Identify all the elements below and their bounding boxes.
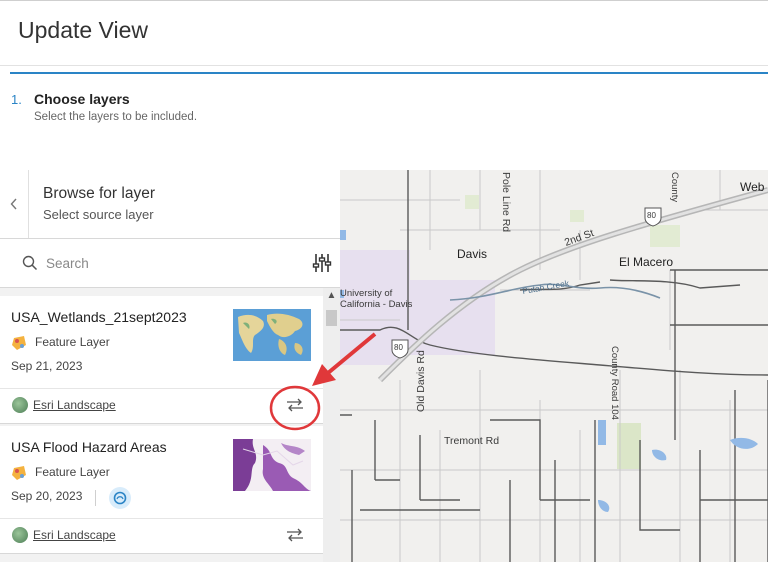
scroll-thumb[interactable] bbox=[326, 310, 337, 326]
step-number: 1. bbox=[11, 92, 22, 107]
layer-date: Sep 20, 2023 bbox=[11, 489, 83, 503]
swap-icon[interactable] bbox=[285, 527, 305, 543]
search-bar bbox=[0, 239, 340, 288]
panel-header: Browse for layer Select source layer bbox=[0, 170, 340, 239]
filter-sliders-icon[interactable] bbox=[312, 252, 332, 274]
layer-type: Feature Layer bbox=[35, 465, 110, 479]
back-button[interactable] bbox=[0, 170, 29, 238]
step-description: Select the layers to be included. bbox=[34, 111, 198, 123]
page-title: Update View bbox=[18, 17, 148, 43]
map-label-davis: Davis bbox=[457, 247, 488, 261]
map-label-i80: 80 bbox=[647, 211, 656, 220]
page-header: Update View bbox=[0, 0, 768, 66]
search-input[interactable] bbox=[46, 251, 296, 275]
layer-card-main[interactable]: USA Flood Hazard Areas Feature Layer Sep… bbox=[0, 426, 323, 519]
step-progress-line bbox=[10, 72, 768, 74]
owner-link[interactable]: Esri Landscape bbox=[33, 528, 116, 542]
layer-title: USA Flood Hazard Areas bbox=[11, 439, 167, 455]
layer-card-main[interactable]: USA_Wetlands_21sept2023 Feature Layer Se… bbox=[0, 296, 323, 389]
owner-avatar bbox=[12, 527, 28, 543]
search-icon bbox=[22, 255, 38, 271]
layer-type: Feature Layer bbox=[35, 335, 110, 349]
scroll-up-icon[interactable]: ▲ bbox=[323, 288, 340, 304]
layer-title: USA_Wetlands_21sept2023 bbox=[11, 309, 187, 325]
map-label-web: Web bbox=[740, 180, 765, 194]
feature-layer-icon bbox=[12, 336, 26, 350]
browse-layer-panel: Browse for layer Select source layer USA… bbox=[0, 170, 340, 562]
map-label-tremont-rd: Tremont Rd bbox=[444, 435, 500, 447]
owner-avatar bbox=[12, 397, 28, 413]
panel-subtitle: Select source layer bbox=[43, 207, 154, 222]
map-label-university: University of bbox=[340, 288, 393, 299]
map-label-university: California - Davis bbox=[340, 299, 413, 310]
layer-thumbnail bbox=[233, 439, 311, 491]
layer-date: Sep 21, 2023 bbox=[11, 359, 83, 373]
list-scrollbar[interactable]: ▲ bbox=[323, 288, 340, 562]
map-label-county-road: County Road 104 bbox=[609, 346, 620, 420]
layer-card[interactable]: USA_Wetlands_21sept2023 Feature Layer Se… bbox=[0, 296, 323, 424]
swap-icon[interactable] bbox=[285, 397, 305, 413]
map-view[interactable]: 80 80 Davis El Macero University of Cali… bbox=[340, 170, 768, 562]
feature-layer-icon bbox=[12, 466, 26, 480]
layer-card-footer: Esri Landscape bbox=[0, 519, 323, 553]
panel-title: Browse for layer bbox=[43, 185, 155, 202]
map-label-old-davis-rd: Old Davis Rd bbox=[415, 350, 427, 412]
map-label-el-macero: El Macero bbox=[619, 255, 674, 269]
meta-divider bbox=[95, 490, 96, 506]
layer-list: USA_Wetlands_21sept2023 Feature Layer Se… bbox=[0, 288, 340, 562]
layer-thumbnail bbox=[233, 309, 311, 361]
owner-link[interactable]: Esri Landscape bbox=[33, 398, 116, 412]
layer-card[interactable]: USA Flood Hazard Areas Feature Layer Sep… bbox=[0, 426, 323, 554]
layer-card-footer: Esri Landscape bbox=[0, 389, 323, 423]
chevron-left-icon bbox=[10, 198, 17, 210]
living-atlas-icon bbox=[109, 487, 131, 509]
living-atlas-glyph bbox=[113, 491, 127, 505]
map-canvas bbox=[340, 170, 768, 562]
step-title: Choose layers bbox=[34, 91, 130, 107]
map-label-county: County bbox=[669, 172, 680, 203]
map-label-i80: 80 bbox=[394, 343, 403, 352]
map-label-pole-line-rd: Pole Line Rd bbox=[500, 172, 512, 233]
